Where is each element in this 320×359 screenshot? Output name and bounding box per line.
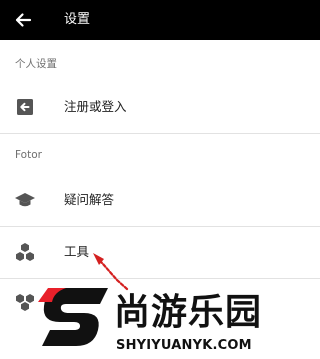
section-header-fotor: Fotor — [15, 149, 42, 161]
page-title: 设置 — [64, 12, 91, 27]
hexagons-icon — [16, 294, 34, 311]
watermark-domain: SHYIYUANYK.COM — [116, 338, 252, 353]
login-icon — [17, 99, 33, 115]
divider — [0, 133, 320, 134]
register-login-label: 注册或登入 — [64, 99, 127, 114]
watermark-text: 尚游乐园 — [114, 292, 263, 333]
watermark-logo-icon — [38, 288, 108, 346]
watermark: 尚游乐园 SHYIYUANYK.COM — [36, 282, 320, 359]
arrow-left-icon — [15, 13, 32, 27]
faq-label: 疑问解答 — [64, 192, 115, 207]
section-header-personal: 个人设置 — [15, 58, 57, 70]
faq-item[interactable]: 疑问解答 — [0, 174, 320, 226]
app-bar: 设置 — [0, 0, 320, 40]
hexagons-icon — [16, 243, 34, 261]
tools-item[interactable]: 工具 — [0, 226, 320, 278]
back-button[interactable] — [6, 3, 40, 37]
graduation-cap-icon — [15, 193, 35, 207]
register-login-item[interactable]: 注册或登入 — [0, 81, 320, 133]
tools-label: 工具 — [64, 244, 90, 259]
